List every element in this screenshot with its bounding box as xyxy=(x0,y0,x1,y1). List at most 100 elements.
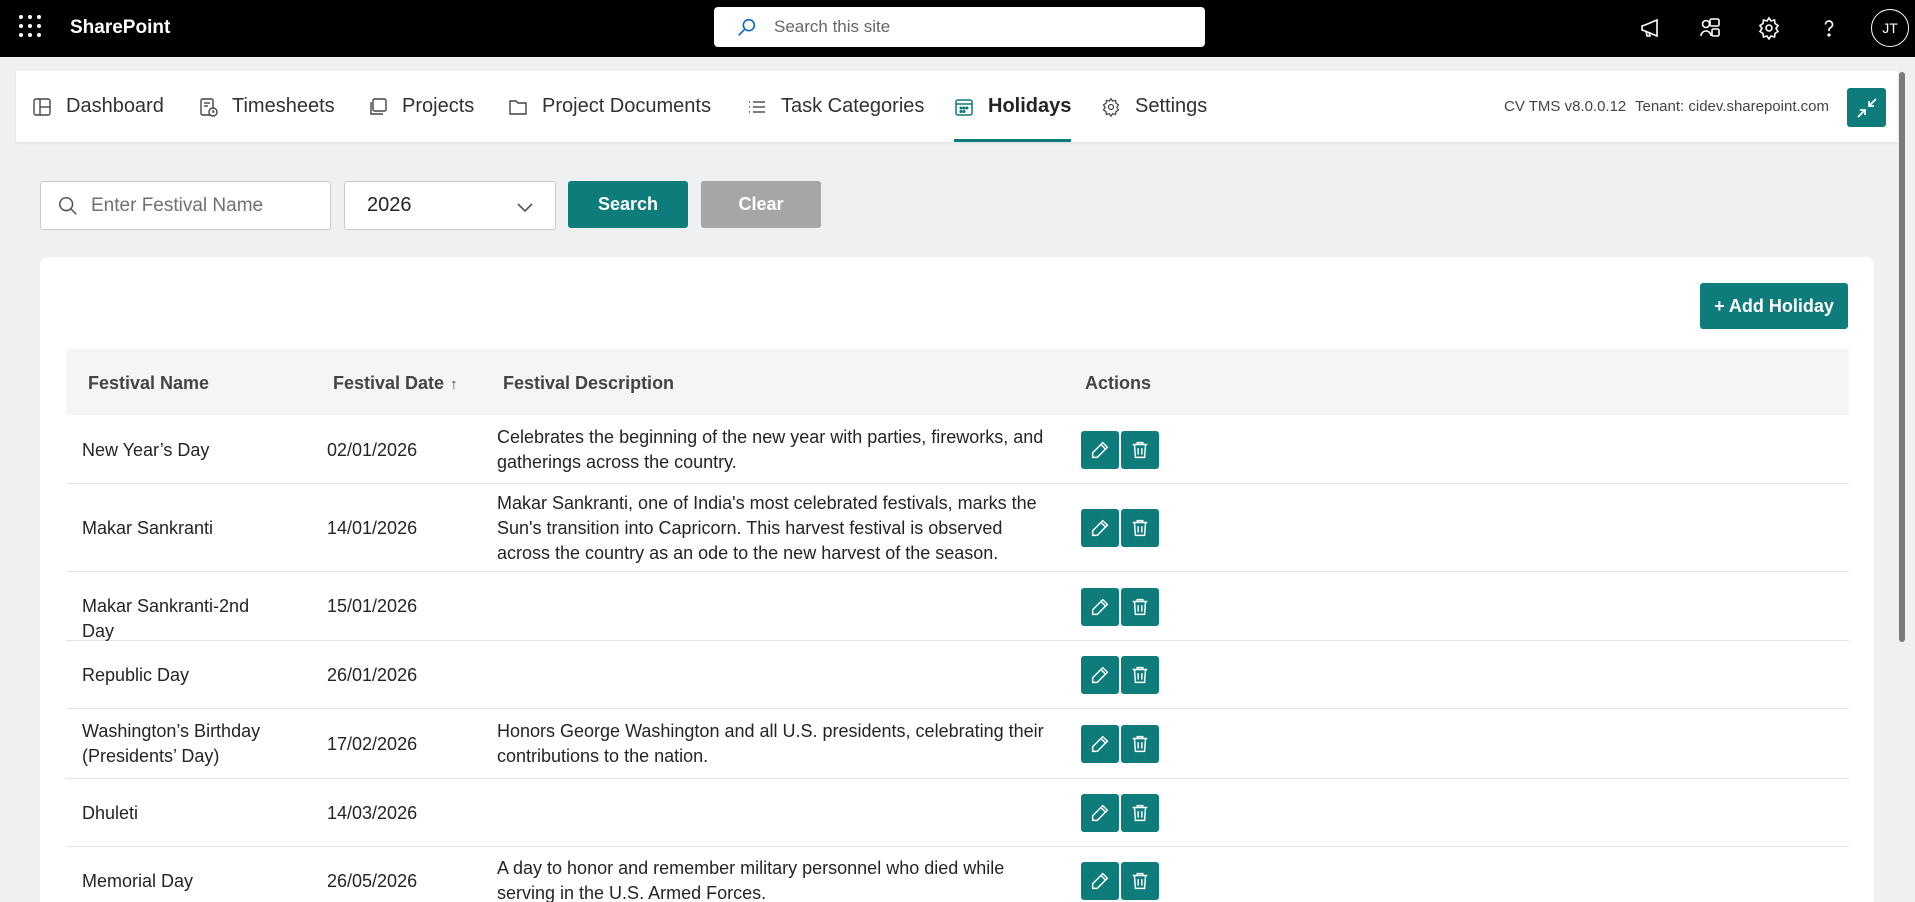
tab-label: Holidays xyxy=(988,95,1072,117)
folder-icon xyxy=(509,99,527,115)
edit-button[interactable] xyxy=(1081,431,1119,469)
app-launcher-icon[interactable] xyxy=(19,15,41,37)
version-label: CV TMS v8.0.0.12 xyxy=(1504,98,1627,115)
avatar[interactable]: JT xyxy=(1871,9,1909,47)
search-icon xyxy=(738,18,756,36)
tab-label: Projects xyxy=(402,95,475,117)
edit-button[interactable] xyxy=(1081,725,1119,763)
table-row: Makar Sankranti-2nd Day 15/01/2026 xyxy=(66,572,1849,641)
scrollbar[interactable] xyxy=(1899,72,1905,642)
collapse-button[interactable] xyxy=(1847,88,1886,127)
chevron-down-icon xyxy=(517,203,533,213)
cell-festival-date: 14/03/2026 xyxy=(327,802,418,823)
header-festival-description: Festival Description xyxy=(503,373,675,393)
tab-timesheets[interactable]: Timesheets xyxy=(198,71,335,142)
trash-icon xyxy=(1132,519,1148,537)
delete-button[interactable] xyxy=(1121,794,1159,832)
delete-button[interactable] xyxy=(1121,656,1159,694)
cell-festival-name: Dhuleti xyxy=(82,802,139,823)
help-icon[interactable] xyxy=(1815,14,1843,42)
tab-holidays[interactable]: Holidays xyxy=(954,71,1072,142)
list-icon xyxy=(749,100,765,113)
share-icon[interactable] xyxy=(1696,14,1724,42)
site-search-input[interactable] xyxy=(774,17,1194,37)
table-row: Dhuleti 14/03/2026 xyxy=(66,779,1849,847)
gear-icon[interactable] xyxy=(1755,14,1783,42)
gear-icon xyxy=(1102,97,1120,117)
search-icon xyxy=(58,196,77,215)
pencil-icon xyxy=(1091,872,1109,890)
clear-button[interactable]: Clear xyxy=(701,181,821,228)
pencil-icon xyxy=(1091,666,1109,684)
tenant-label: Tenant: cidev.sharepoint.com xyxy=(1635,98,1829,115)
header-actions: Actions xyxy=(1085,373,1152,393)
tab-task-categories[interactable]: Task Categories xyxy=(747,71,924,142)
delete-button[interactable] xyxy=(1121,725,1159,763)
edit-button[interactable] xyxy=(1081,587,1119,626)
tab-label: Project Documents xyxy=(542,95,711,117)
trash-icon xyxy=(1132,598,1148,615)
cell-festival-name: Memorial Day xyxy=(82,870,194,891)
pencil-icon xyxy=(1091,598,1109,615)
trash-icon xyxy=(1132,872,1148,890)
suite-bar: SharePoint JT xyxy=(0,0,1915,57)
delete-button[interactable] xyxy=(1121,431,1159,469)
table-row: Memorial Day 26/05/2026 A day to honor and… xyxy=(66,847,1849,902)
table-row: Makar Sankranti 14/01/2026 Makar Sankranti… xyxy=(66,484,1849,572)
cell-festival-description: Honors George Washington and all U.S. pr… xyxy=(497,721,1044,766)
table-row: Washington’s Birthday (Presidents’ Day) 1… xyxy=(66,709,1849,779)
trash-icon xyxy=(1132,804,1148,822)
tab-dashboard[interactable]: Dashboard xyxy=(32,71,164,142)
trash-icon xyxy=(1132,441,1148,459)
edit-button[interactable] xyxy=(1081,794,1119,832)
cell-festival-date: 14/01/2026 xyxy=(327,517,418,538)
cell-festival-name: Republic Day xyxy=(82,664,190,685)
header-festival-name[interactable]: Festival Name xyxy=(88,373,209,394)
trash-icon xyxy=(1132,666,1148,684)
year-select[interactable]: 2026 xyxy=(344,181,556,230)
tab-label: Dashboard xyxy=(66,95,164,117)
cell-festival-description: Makar Sankranti, one of India's most cel… xyxy=(497,492,1037,563)
cell-festival-name: Washington’s Birthday (Presidents’ Day) xyxy=(82,721,261,766)
tab-label: Task Categories xyxy=(781,95,925,117)
cell-festival-name: Makar Sankranti xyxy=(82,517,214,538)
festival-name-field[interactable] xyxy=(40,181,331,230)
table-header: Festival Name Festival Date ↑ Festival De… xyxy=(66,349,1849,415)
cell-festival-date: 17/02/2026 xyxy=(327,733,418,754)
pencil-icon xyxy=(1091,441,1109,459)
delete-button[interactable] xyxy=(1121,862,1159,900)
cell-festival-date: 26/05/2026 xyxy=(327,870,418,891)
timesheet-icon xyxy=(200,97,218,117)
tab-project-documents[interactable]: Project Documents xyxy=(508,71,711,142)
tab-settings[interactable]: Settings xyxy=(1101,71,1207,142)
dashboard-icon xyxy=(33,97,51,116)
table-row: Republic Day 26/01/2026 xyxy=(66,641,1849,709)
header-festival-date[interactable]: Festival Date ↑ xyxy=(333,373,458,394)
delete-button[interactable] xyxy=(1121,509,1159,547)
brand-title[interactable]: SharePoint xyxy=(70,17,170,39)
tab-label: Settings xyxy=(1135,95,1208,117)
app-nav: Dashboard Timesheets Projects Project Do… xyxy=(16,71,1898,142)
table-row: New Year’s Day 02/01/2026 Celebrates the b… xyxy=(66,416,1849,484)
pencil-icon xyxy=(1091,735,1109,753)
cell-festival-name: Makar Sankranti-2nd Day xyxy=(82,596,250,641)
festival-name-input[interactable] xyxy=(91,194,321,217)
edit-button[interactable] xyxy=(1081,656,1119,694)
delete-button[interactable] xyxy=(1121,587,1159,626)
tab-label: Timesheets xyxy=(232,95,335,117)
cell-festival-description: A day to honor and remember military per… xyxy=(497,858,1005,902)
cell-festival-name: New Year’s Day xyxy=(82,439,210,460)
cell-festival-description: Celebrates the beginning of the new year… xyxy=(497,427,1044,472)
add-holiday-button[interactable]: + Add Holiday xyxy=(1700,283,1848,329)
cell-festival-date: 26/01/2026 xyxy=(327,664,418,685)
tab-projects[interactable]: Projects xyxy=(368,71,474,142)
trash-icon xyxy=(1132,735,1148,753)
pencil-icon xyxy=(1091,519,1109,537)
edit-button[interactable] xyxy=(1081,509,1119,547)
collapse-icon xyxy=(1856,97,1877,118)
site-search[interactable] xyxy=(714,7,1205,47)
search-button[interactable]: Search xyxy=(568,181,688,228)
megaphone-icon[interactable] xyxy=(1637,14,1665,42)
edit-button[interactable] xyxy=(1081,862,1119,900)
cell-festival-date: 15/01/2026 xyxy=(327,596,418,616)
